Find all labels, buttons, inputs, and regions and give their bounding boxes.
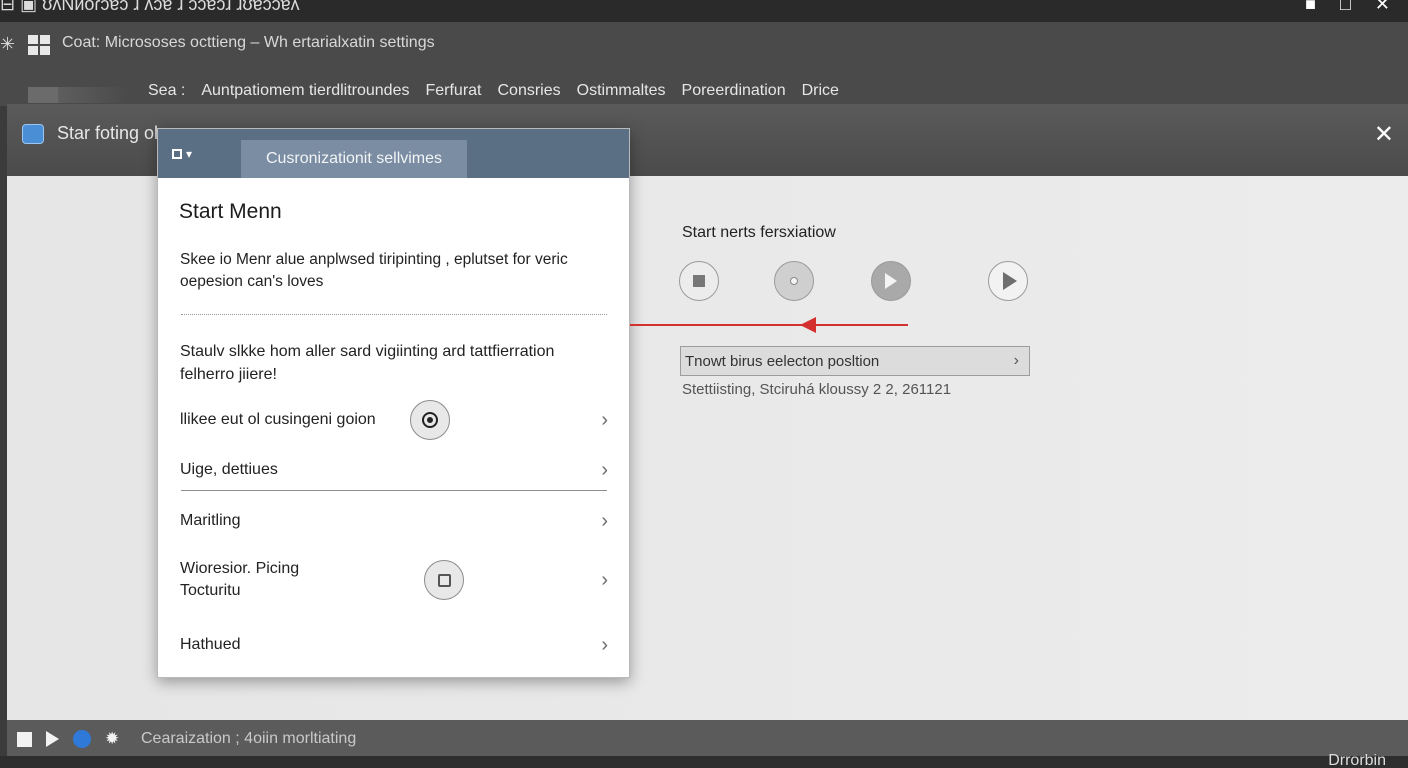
top-bar: ⊟ ▣ ʊʌNᴎoɾɔɐɔ ɹ ʌɔɐ ɹ ɔɔɐɔɹ ɹʊɐɔɔɐʎ ■ □ … xyxy=(0,0,1408,22)
thumbnail-strip xyxy=(58,87,128,103)
windows-logo-icon xyxy=(28,35,50,55)
panel-heading: Start Menn xyxy=(179,200,282,223)
record-icon xyxy=(790,277,798,285)
settings-window-title: Star foting ol xyxy=(57,123,159,143)
setting-row-label: Uige, dettiues xyxy=(180,461,278,478)
menu-bar: Sea : Auntpatiomem tierdlitroundes Ferfu… xyxy=(0,66,1408,106)
settings-meta-text: Stettiisting, Stciruhá kloussy 2 2, 2611… xyxy=(682,381,952,398)
setting-row-hatched[interactable]: Hathued › xyxy=(180,632,608,658)
bottom-text: Drrorbin xyxy=(1328,754,1386,766)
panel-header: ▾ Cusronizationit sellvimes xyxy=(158,129,629,178)
close-window-button[interactable]: ✕ xyxy=(1375,0,1390,15)
close-icon[interactable]: ✕ xyxy=(1374,120,1394,149)
controls-title: Start nerts fersxiatiow xyxy=(682,224,836,241)
blue-status-icon[interactable] xyxy=(73,730,91,748)
setting-row-customize[interactable]: llikee eut ol cusingeni goion › xyxy=(180,400,608,440)
play-icon[interactable] xyxy=(46,731,59,747)
bottom-strip: Drrorbin xyxy=(0,754,1408,768)
setting-row-marketing[interactable]: Maritling › xyxy=(180,508,608,534)
gear-icon[interactable]: ✹ xyxy=(105,730,119,747)
panel-dropdown[interactable]: ▾ xyxy=(172,147,192,161)
chevron-right-icon: › xyxy=(601,509,608,532)
chevron-right-icon: › xyxy=(1013,352,1019,369)
chevron-right-icon: › xyxy=(601,458,608,481)
stop-icon xyxy=(693,275,705,287)
dotted-divider xyxy=(181,314,607,315)
app-icon xyxy=(22,124,44,144)
customization-panel: ▾ Cusronizationit sellvimes Start Menn S… xyxy=(157,128,630,678)
panel-description: Skee io Menr alue anplwsed tiripinting ,… xyxy=(180,251,568,290)
setting-row-usage[interactable]: Uige, dettiues › xyxy=(180,457,608,483)
menu-item-search[interactable]: Sea : xyxy=(148,82,185,100)
menu-item-consoles[interactable]: Consries xyxy=(497,82,560,100)
square-toggle-icon[interactable] xyxy=(424,560,464,600)
minimize-button[interactable]: ■ xyxy=(1305,0,1316,15)
title-bar: ✳ Coat: Micrososes octtieng – Wh ertaria… xyxy=(0,22,1408,66)
play-icon xyxy=(1003,272,1017,290)
window-controls: ■ □ ✕ xyxy=(1305,0,1390,15)
maximize-button[interactable]: □ xyxy=(1340,0,1351,15)
top-bar-text: ⊟ ▣ ʊʌNᴎoɾɔɐɔ ɹ ʌɔɐ ɹ ɔɔɐɔɹ ɹʊɐɔɔɐʎ xyxy=(0,0,300,14)
status-text: Cearaization ; 4oiin morltiating xyxy=(141,730,357,747)
chevron-down-icon: ▾ xyxy=(186,147,193,161)
setting-row-label: llikee eut ol cusingeni goion xyxy=(180,411,376,428)
menu-item-estimates[interactable]: Ostimmaltes xyxy=(577,82,666,100)
fast-forward-icon xyxy=(885,273,897,289)
selection-position-field[interactable]: Tnowt birus eelecton posltion › xyxy=(680,346,1030,376)
setting-row-pricing[interactable]: Wioresior. Picing Tocturitu › xyxy=(180,557,608,603)
menu-item-device[interactable]: Drice xyxy=(802,82,839,100)
chevron-right-icon: › xyxy=(601,408,608,431)
target-icon[interactable] xyxy=(410,400,450,440)
play-button[interactable] xyxy=(988,261,1028,301)
chevron-right-icon: › xyxy=(601,569,608,591)
square-icon xyxy=(172,149,182,159)
record-button[interactable] xyxy=(774,261,814,301)
menu-item-personalization[interactable]: Auntpatiomem tierdlitroundes xyxy=(201,82,409,100)
menu-item-features[interactable]: Ferfurat xyxy=(425,82,481,100)
fast-forward-button[interactable] xyxy=(871,261,911,301)
row-divider xyxy=(181,490,607,491)
stop-button[interactable] xyxy=(679,261,719,301)
setting-row-label: Wioresior. Picing Tocturitu xyxy=(180,560,300,599)
setting-row-label: Maritling xyxy=(180,512,241,529)
tab-customization[interactable]: Cusronizationit sellvimes xyxy=(241,140,467,178)
menu-item-coordination[interactable]: Poreerdination xyxy=(682,82,786,100)
panel-description-2: Staulv slkke hom aller sard vigiinting a… xyxy=(180,343,555,383)
status-bar: ✹ Cearaization ; 4oiin morltiating xyxy=(7,720,1408,756)
stop-square-icon[interactable] xyxy=(17,731,32,747)
red-arrow-line xyxy=(630,324,908,326)
red-arrow-head-icon xyxy=(800,317,816,333)
back-arrow-icon[interactable]: ✳ xyxy=(0,34,15,55)
selection-position-value: Tnowt birus eelecton posltion xyxy=(685,352,880,370)
setting-row-label: Hathued xyxy=(180,636,241,653)
window-title: Coat: Micrososes octtieng – Wh ertarialx… xyxy=(62,34,435,51)
chevron-right-icon: › xyxy=(601,633,608,656)
